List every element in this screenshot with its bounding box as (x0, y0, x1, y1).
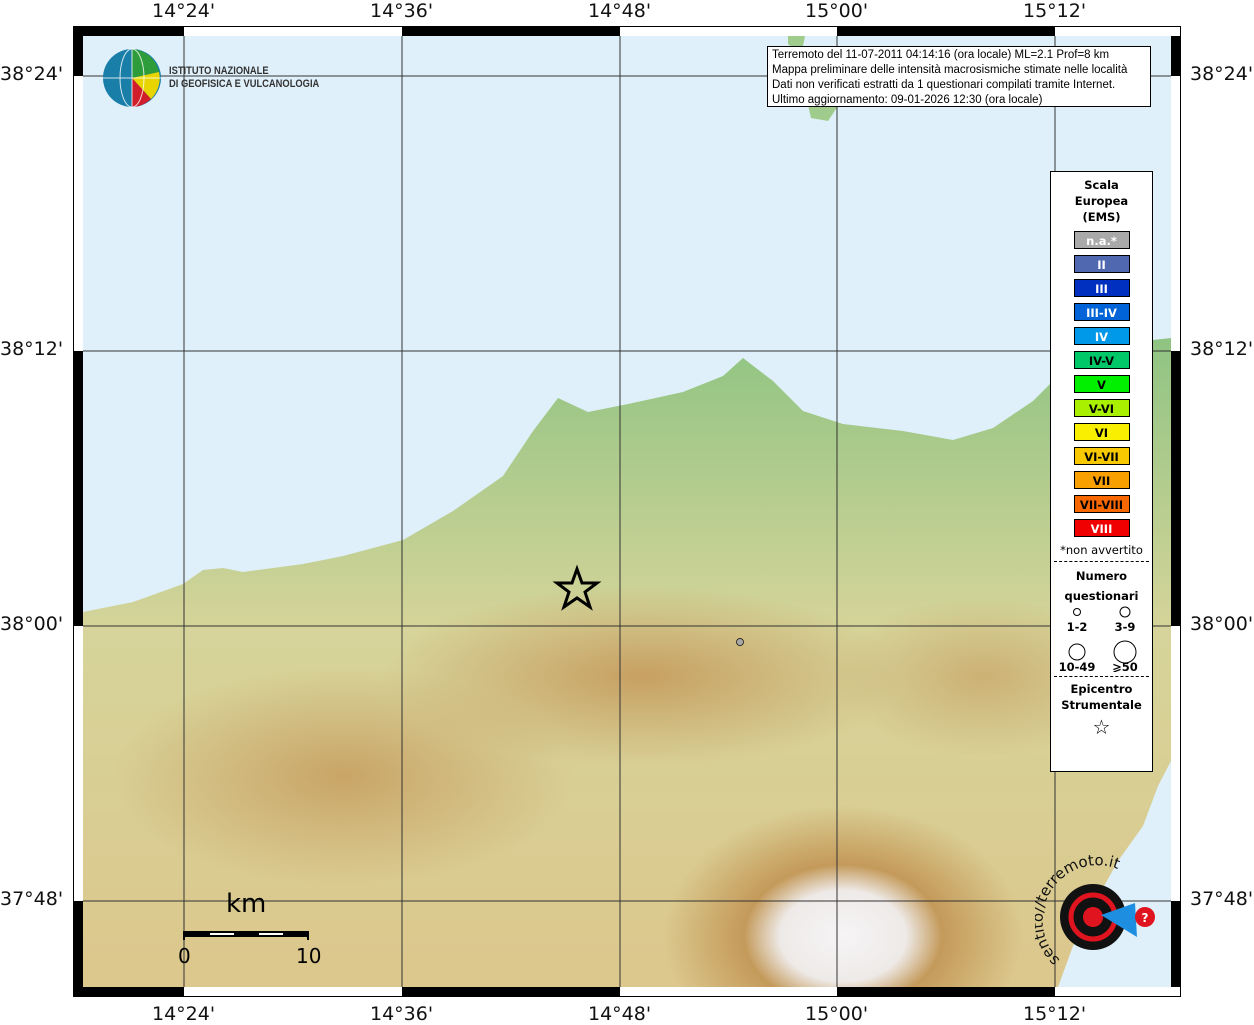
intensity-swatch: VII (1073, 471, 1130, 489)
intensity-swatch: VI (1073, 423, 1130, 441)
legend-title-line: Scala (1084, 178, 1119, 192)
lon-label-top: 15°12' (1023, 0, 1087, 22)
epicenter-title-line: Strumentale (1061, 698, 1142, 712)
info-line: Dati non verificati estratti da 1 questi… (772, 79, 1116, 91)
svg-text:?: ? (1142, 911, 1149, 925)
count-label: 10-49 (1059, 660, 1096, 672)
mountains-nebrodi (383, 586, 903, 766)
lon-label-top: 14°36' (370, 0, 434, 22)
lat-label-right: 37°48' (1190, 888, 1254, 910)
intensity-swatch: V-VI (1073, 399, 1130, 417)
lon-label-bottom: 14°36' (370, 1003, 434, 1025)
ingv-globe-logo (103, 48, 161, 108)
ingv-line2: DI GEOFISICA E VULCANOLOGIA (169, 78, 320, 90)
count-label: 1-2 (1067, 620, 1088, 634)
intensity-swatch: III-IV (1073, 303, 1130, 321)
lat-label-left: 38°12' (0, 338, 64, 360)
intensity-swatch: IV-V (1073, 351, 1130, 369)
intensity-swatch: n.a.* (1073, 231, 1130, 249)
count-title-line: questionari (1064, 589, 1139, 603)
intensity-swatch: III (1073, 279, 1130, 297)
lon-label-bottom: 15°00' (805, 1003, 869, 1025)
lat-label-right: 38°24' (1190, 63, 1254, 85)
scalebar-end: 10 (296, 944, 322, 968)
lon-label-top: 15°00' (805, 0, 869, 22)
scalebar-start: 0 (178, 944, 191, 968)
legend-title: Scala Europea (EMS) (1051, 177, 1152, 225)
epicenter-title-line: Epicentro (1070, 682, 1133, 696)
event-info-box: Terremoto del 11-07-2011 04:14:16 (ora l… (767, 46, 1151, 107)
info-line: Mappa preliminare delle intensità macros… (772, 64, 1128, 76)
intensity-swatch: VI-VII (1073, 447, 1130, 465)
intensity-swatch: IV (1073, 327, 1130, 345)
legend-note: *non avvertito (1060, 543, 1143, 557)
lat-label-right: 38°00' (1190, 613, 1254, 635)
intensity-swatch: VII-VIII (1073, 495, 1130, 513)
count-label: 3-9 (1115, 620, 1136, 634)
epicenter-star-icon: ☆ (1092, 715, 1111, 739)
map-canvas[interactable] (83, 36, 1171, 987)
lat-label-left: 38°24' (0, 63, 64, 85)
lon-label-bottom: 14°24' (152, 1003, 216, 1025)
scalebar (183, 931, 309, 940)
legend-title-line: Europea (1074, 194, 1129, 208)
lon-label-bottom: 15°12' (1023, 1003, 1087, 1025)
legend: Scala Europea (EMS) n.a.* II III III-IV IV IV… (1050, 171, 1153, 772)
intensity-swatch: II (1073, 255, 1130, 273)
intensity-swatch: V (1073, 375, 1130, 393)
count-symbols: 1-2 3-9 10-49 ⩾50 (1059, 606, 1138, 672)
info-line: Ultimo aggiornamento: 09-01-2026 12:30 (… (772, 94, 1043, 106)
info-line: Terremoto del 11-07-2011 04:14:16 (ora l… (772, 49, 1110, 61)
scalebar-unit: km (226, 889, 267, 919)
legend-title-line: (EMS) (1082, 210, 1121, 224)
count-label: ⩾50 (1112, 660, 1138, 672)
ingv-logo-text: ISTITUTO NAZIONALE DI GEOFISICA E VULCAN… (169, 65, 319, 91)
lon-label-top: 14°24' (152, 0, 216, 22)
questionnaire-point (736, 638, 744, 646)
intensity-scale: n.a.* II III III-IV IV IV-V V V-VI VI VI-VII VII VI… (1051, 231, 1152, 537)
count-title-line: Numero (1075, 569, 1128, 583)
lat-label-right: 38°12' (1190, 338, 1254, 360)
intensity-swatch: VIII (1073, 519, 1130, 537)
haisentito-logo[interactable]: ? sentito//terremoto.it (1035, 855, 1160, 985)
lat-label-left: 37°48' (0, 888, 64, 910)
ingv-line1: ISTITUTO NAZIONALE (169, 65, 269, 77)
lon-label-bottom: 14°48' (588, 1003, 652, 1025)
epicenter-title: Epicentro Strumentale (1051, 681, 1152, 713)
lat-label-left: 38°00' (0, 613, 64, 635)
lon-label-top: 14°48' (588, 0, 652, 22)
count-title: Numero questionari (1051, 566, 1152, 606)
